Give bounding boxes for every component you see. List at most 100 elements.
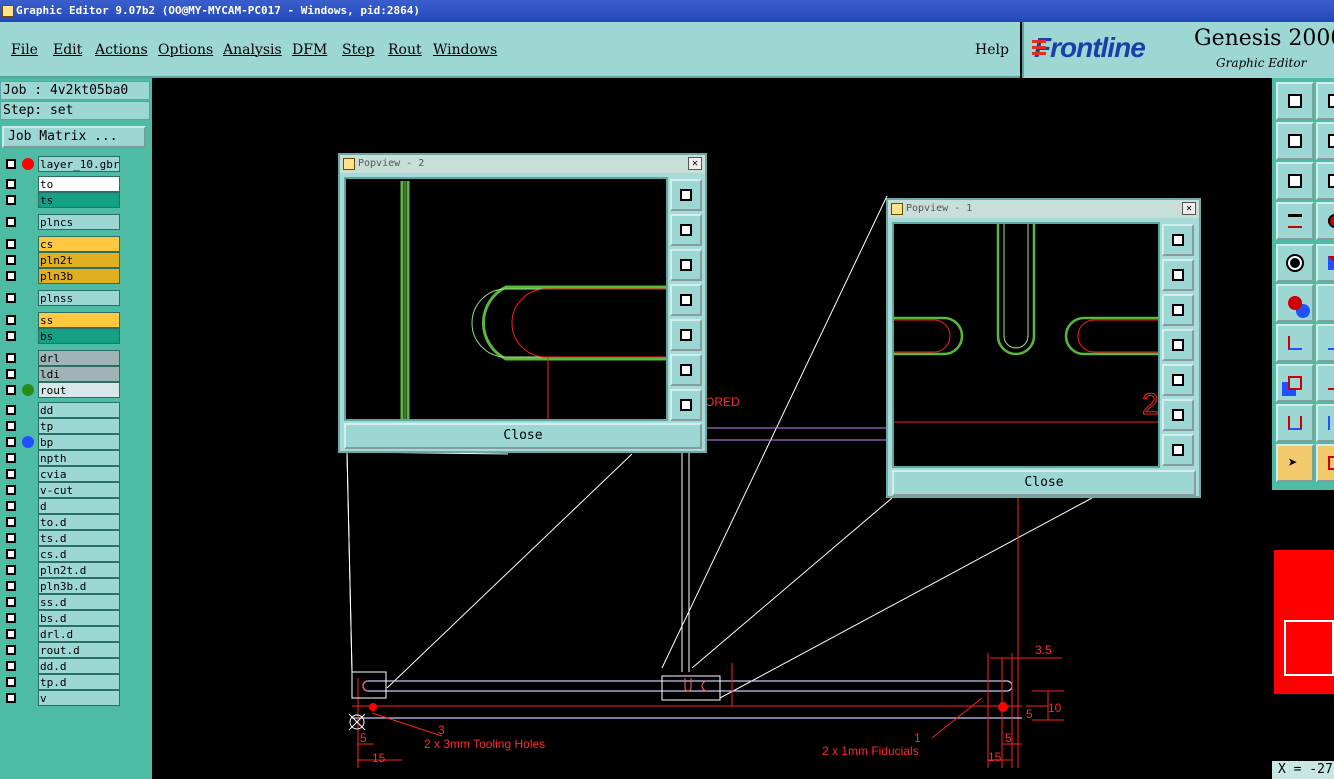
popview-2-view[interactable] bbox=[344, 177, 668, 421]
layer-row[interactable]: pln2t.d bbox=[2, 562, 122, 578]
pan-left-tool[interactable] bbox=[1276, 122, 1314, 160]
layer-checkbox[interactable] bbox=[6, 437, 16, 447]
layer-checkbox[interactable] bbox=[6, 517, 16, 527]
layer-checkbox[interactable] bbox=[6, 315, 16, 325]
layer-name[interactable]: to bbox=[38, 176, 120, 192]
menu-step[interactable]: Step bbox=[342, 42, 374, 58]
fit-screen-tool[interactable] bbox=[1276, 162, 1314, 200]
layer-checkbox[interactable] bbox=[6, 385, 16, 395]
layer-checkbox[interactable] bbox=[6, 255, 16, 265]
layer-row[interactable]: bs.d bbox=[2, 610, 122, 626]
popview-1-pan-up-tool[interactable] bbox=[1162, 259, 1194, 291]
layer-row[interactable]: dd.d bbox=[2, 658, 122, 674]
menu-windows[interactable]: Windows bbox=[433, 42, 497, 58]
layer-checkbox[interactable] bbox=[6, 677, 16, 687]
layer-name[interactable]: tp.d bbox=[38, 674, 120, 690]
pan-right-up-tool[interactable] bbox=[1316, 82, 1334, 120]
highlight-tool[interactable] bbox=[1276, 244, 1314, 282]
layer-checkbox[interactable] bbox=[6, 405, 16, 415]
layer-name[interactable]: ss.d bbox=[38, 594, 120, 610]
layer-checkbox[interactable] bbox=[6, 645, 16, 655]
menu-file[interactable]: File bbox=[11, 42, 38, 58]
box-select-tool[interactable] bbox=[1316, 444, 1334, 482]
popview-2-close-icon[interactable]: ✕ bbox=[688, 157, 702, 170]
pad-tool[interactable] bbox=[1276, 364, 1314, 402]
layer-row[interactable]: plncs bbox=[2, 214, 122, 230]
layer-checkbox[interactable] bbox=[6, 421, 16, 431]
popview-1-close-icon[interactable]: ✕ bbox=[1182, 202, 1196, 215]
layer-checkbox[interactable] bbox=[6, 353, 16, 363]
layer-row[interactable]: rout bbox=[2, 382, 122, 398]
layer-name[interactable]: drl.d bbox=[38, 626, 120, 642]
layer-row[interactable]: npth bbox=[2, 450, 122, 466]
menu-options[interactable]: Options bbox=[158, 42, 213, 58]
snap-tool[interactable] bbox=[1316, 244, 1334, 282]
popview-1-titlebar[interactable]: Popview - 1 bbox=[888, 200, 1199, 218]
layer-name[interactable]: pln2t bbox=[38, 252, 120, 268]
layer-checkbox[interactable] bbox=[6, 549, 16, 559]
layer-name[interactable]: layer_10.gbr bbox=[38, 156, 120, 172]
popview-1-zoom-in-tool[interactable] bbox=[1162, 399, 1194, 431]
popview-2-zoom-out-tool[interactable] bbox=[670, 389, 702, 421]
layer-name[interactable]: bp bbox=[38, 434, 120, 450]
layer-row[interactable]: tp.d bbox=[2, 674, 122, 690]
layer-row[interactable]: rout.d bbox=[2, 642, 122, 658]
popview-1-pan-down-tool[interactable] bbox=[1162, 294, 1194, 326]
layer-name[interactable]: rout bbox=[38, 382, 120, 398]
layer-name[interactable]: to.d bbox=[38, 514, 120, 530]
popview-2-pan-left-tool[interactable] bbox=[670, 284, 702, 316]
layer-checkbox[interactable] bbox=[6, 565, 16, 575]
layer-row[interactable]: pln2t bbox=[2, 252, 122, 268]
job-matrix-button[interactable]: Job Matrix ... bbox=[2, 126, 146, 148]
layer-name[interactable]: rout.d bbox=[38, 642, 120, 658]
popview-1-pan-right-tool[interactable] bbox=[1162, 364, 1194, 396]
layer-row[interactable]: ts.d bbox=[2, 530, 122, 546]
layer-name[interactable]: dd.d bbox=[38, 658, 120, 674]
popview-2-window[interactable]: Popview - 2 ✕ Close bbox=[338, 153, 707, 453]
dash-tool[interactable] bbox=[1316, 364, 1334, 402]
popview-2-zoom-tool[interactable] bbox=[670, 179, 702, 211]
layer-row[interactable]: dd bbox=[2, 402, 122, 418]
layer-name[interactable]: ss bbox=[38, 312, 120, 328]
layer-checkbox[interactable] bbox=[6, 369, 16, 379]
layer-name[interactable]: ldi bbox=[38, 366, 120, 382]
layer-row[interactable]: cs.d bbox=[2, 546, 122, 562]
layer-row[interactable]: ldi bbox=[2, 366, 122, 382]
layer-row[interactable]: bs bbox=[2, 328, 122, 344]
layer-checkbox[interactable] bbox=[6, 613, 16, 623]
menu-dfm[interactable]: DFM bbox=[292, 42, 327, 58]
overview-viewport-frame[interactable] bbox=[1284, 620, 1334, 676]
layer-checkbox[interactable] bbox=[6, 159, 16, 169]
cross-tool[interactable] bbox=[1316, 284, 1334, 322]
layer-checkbox[interactable] bbox=[6, 239, 16, 249]
layer-checkbox[interactable] bbox=[6, 217, 16, 227]
menu-rout[interactable]: Rout bbox=[388, 42, 422, 58]
layer-name[interactable]: plnss bbox=[38, 290, 120, 306]
layer-name[interactable]: npth bbox=[38, 450, 120, 466]
layer-row[interactable]: pln3b bbox=[2, 268, 122, 284]
layer-row[interactable]: d bbox=[2, 498, 122, 514]
layer-row[interactable]: plnss bbox=[2, 290, 122, 306]
layer-row[interactable]: cvia bbox=[2, 466, 122, 482]
layer-name[interactable]: ts.d bbox=[38, 530, 120, 546]
popview-1-window[interactable]: Popview - 1 ✕ 2 Close bbox=[886, 198, 1201, 498]
line-tool[interactable] bbox=[1316, 324, 1334, 362]
slope-tool[interactable] bbox=[1316, 404, 1334, 442]
layer-row[interactable]: layer_10.gbr bbox=[2, 156, 122, 172]
popview-1-view[interactable]: 2 bbox=[892, 222, 1160, 468]
layer-checkbox[interactable] bbox=[6, 485, 16, 495]
layer-name[interactable]: dd bbox=[38, 402, 120, 418]
record-tool[interactable] bbox=[1316, 202, 1334, 240]
layer-checkbox[interactable] bbox=[6, 179, 16, 189]
layer-row[interactable]: ss.d bbox=[2, 594, 122, 610]
layer-row[interactable]: bp bbox=[2, 434, 122, 450]
layer-row[interactable]: ss bbox=[2, 312, 122, 328]
layer-row[interactable]: ts bbox=[2, 192, 122, 208]
layer-checkbox[interactable] bbox=[6, 581, 16, 591]
layer-row[interactable]: drl bbox=[2, 350, 122, 366]
overview-preview[interactable] bbox=[1272, 490, 1334, 779]
layer-checkbox[interactable] bbox=[6, 533, 16, 543]
layer-row[interactable]: pln3b.d bbox=[2, 578, 122, 594]
menu-edit[interactable]: Edit bbox=[53, 42, 82, 58]
layer-checkbox[interactable] bbox=[6, 629, 16, 639]
